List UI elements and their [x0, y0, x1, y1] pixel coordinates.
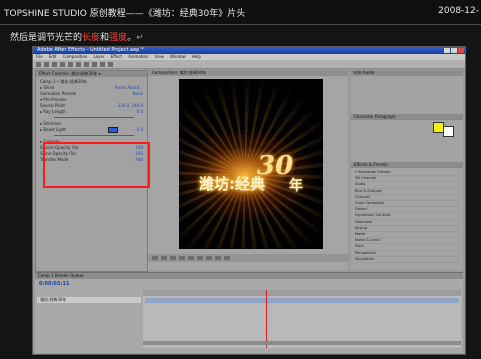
minimize-button[interactable]: [444, 48, 450, 53]
timeline-timecode[interactable]: 0:00:03:11: [39, 281, 69, 287]
timeline-panel: Comp 1 Render Queue 0:00:03:11 潍坊:经典30年: [35, 272, 463, 353]
hand-tool-icon[interactable]: [44, 61, 49, 67]
tutorial-header: TOPSHINE STUDIO 原创教程——《潍坊：经典30年》片头 2008-…: [0, 0, 481, 25]
comp-numeral: 30: [257, 151, 294, 181]
timecode-icon[interactable]: [179, 256, 185, 260]
mask-tool-icon[interactable]: [84, 61, 89, 67]
highlight-length: 长度: [82, 33, 101, 43]
effects-list: * Animation Presets 3D Channel Audio Blu…: [355, 170, 459, 264]
brush-tool-icon[interactable]: [108, 61, 113, 67]
channel-icon[interactable]: [197, 256, 203, 260]
timeline-layer-row[interactable]: 潍坊:经典30年: [37, 297, 141, 303]
close-button[interactable]: [458, 48, 464, 53]
effects-presets-tab[interactable]: Effects & Presets: [351, 162, 463, 168]
character-panel-tab[interactable]: Character Paragraph: [351, 114, 463, 120]
composition-footer: [148, 254, 348, 262]
camera-tool-icon[interactable]: [68, 61, 73, 67]
fx-shine-header[interactable]: ▸ Shine: [40, 85, 54, 90]
timeline-tabs[interactable]: Comp 1 Render Queue: [35, 273, 463, 279]
shine-rays: [179, 79, 323, 249]
instruction-text-after: 。: [127, 33, 137, 43]
zoom-tool-icon[interactable]: [52, 61, 57, 67]
tools-bar: [33, 60, 465, 69]
rotate-tool-icon[interactable]: [60, 61, 65, 67]
magnification-icon[interactable]: [152, 256, 158, 260]
window-title: Adobe After Effects - Untitled Project.a…: [37, 47, 144, 53]
region-icon[interactable]: [215, 256, 221, 260]
fx-boost-light-value[interactable]: 0.0: [137, 127, 143, 132]
fx-boost-light[interactable]: ▸ Boost Light: [40, 127, 66, 132]
fx-boost-toggle[interactable]: [108, 127, 118, 133]
layer-duration-bar[interactable]: [145, 298, 459, 303]
resolution-icon[interactable]: [206, 256, 212, 260]
comp-title-text: 潍坊:经典: [199, 175, 265, 193]
composition-panel: Composition: 潍坊:经典30年 潍坊:经典 30 年: [148, 70, 348, 270]
grid-icon[interactable]: [161, 256, 167, 260]
composition-viewer[interactable]: 潍坊:经典 30 年: [179, 79, 323, 249]
instruction-text-before: 然后是调节光芒的: [10, 33, 83, 43]
pen-tool-icon[interactable]: [92, 61, 97, 67]
selection-tool-icon[interactable]: [36, 61, 41, 67]
window-controls: [444, 48, 464, 53]
fx-ray-length-slider[interactable]: [54, 117, 134, 118]
text-tool-icon[interactable]: [100, 61, 105, 67]
instruction-text: 然后是调节光芒的长度和强度。↵: [10, 30, 144, 43]
fx-pre-process[interactable]: ▾ Pre-Process: [40, 97, 66, 102]
fx-animation-presets: Animation Presets: [40, 91, 77, 96]
camera-view-icon[interactable]: [224, 256, 230, 260]
maximize-button[interactable]: [451, 48, 457, 53]
fx-ray-length[interactable]: ▸ Ray Length: [40, 109, 66, 114]
pan-behind-tool-icon[interactable]: [76, 61, 81, 67]
instruction-text-middle: 和: [100, 33, 110, 43]
timeline-scrollbar[interactable]: [143, 341, 461, 345]
right-panels: Info Audio Character Paragraph Effects &…: [351, 70, 463, 270]
mask-visibility-icon[interactable]: [170, 256, 176, 260]
highlight-intensity: 强度: [109, 33, 128, 43]
paragraph-mark: ↵: [136, 33, 144, 43]
timeline-track-area[interactable]: [143, 290, 461, 348]
playhead[interactable]: [266, 290, 267, 348]
fx-shimmer[interactable]: ▸ Shimmer: [40, 121, 61, 126]
tutorial-date: 2008-12-: [438, 6, 479, 16]
effects-item[interactable]: Simulation: [355, 257, 459, 264]
fx-source-point: Source Point: [40, 103, 65, 108]
time-ruler[interactable]: [143, 290, 461, 296]
window-titlebar: Adobe After Effects - Untitled Project.a…: [33, 47, 465, 54]
fx-source-point-value[interactable]: 320.0, 240.0: [118, 103, 143, 108]
tutorial-title: TOPSHINE STUDIO 原创教程——《潍坊：经典30年》片头: [4, 9, 246, 19]
fx-layer-path: Comp 1 • 潍坊:经典30年: [40, 79, 87, 84]
fx-animation-presets-value[interactable]: None: [133, 91, 143, 96]
effect-controls-tab[interactable]: Effect Controls: 潍坊:经典30年 ▾: [36, 71, 147, 77]
after-effects-window: Adobe After Effects - Untitled Project.a…: [32, 46, 466, 355]
fx-shine-reset[interactable]: Reset About...: [115, 85, 143, 90]
fx-boost-light-slider[interactable]: [54, 135, 134, 136]
highlight-annotation-box: [43, 142, 150, 188]
snapshot-icon[interactable]: [188, 256, 194, 260]
fx-ray-length-value[interactable]: 6.0: [137, 109, 143, 114]
composition-tab[interactable]: Composition: 潍坊:经典30年: [148, 70, 348, 76]
stroke-color-swatch[interactable]: [443, 126, 454, 137]
comp-suffix: 年: [289, 178, 303, 194]
info-panel-tab[interactable]: Info Audio: [351, 70, 463, 76]
